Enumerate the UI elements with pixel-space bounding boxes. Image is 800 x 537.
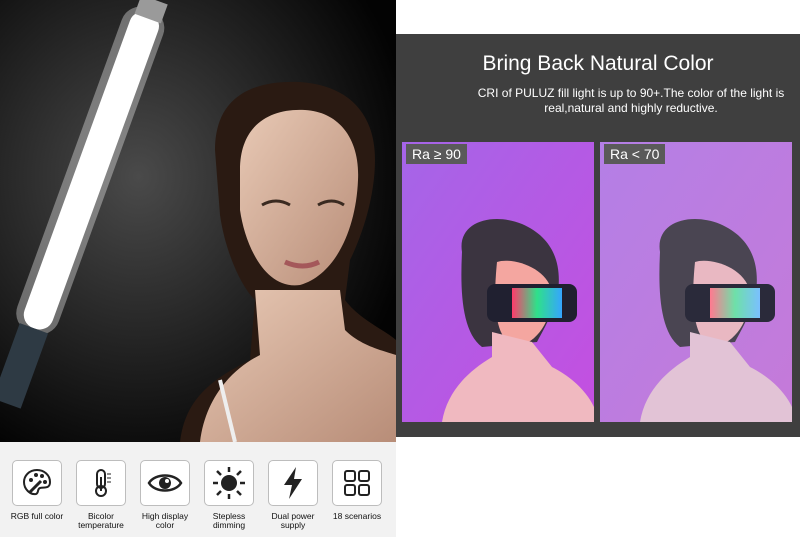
feature-label: 18 scenarios	[332, 511, 382, 521]
cri-badge: Ra < 70	[604, 144, 666, 164]
feature-label: Stepless dimming	[212, 511, 246, 530]
feature-rgb: RGB full color	[6, 460, 68, 521]
product-photo	[0, 0, 396, 442]
feature-strip: RGB full color Bicolor temperature High …	[0, 442, 396, 537]
comparison-headline: Bring Back Natural Color	[482, 52, 714, 75]
lightning-icon	[268, 460, 318, 506]
feature-scenarios: 18 scenarios	[326, 460, 388, 521]
feature-dimming: Stepless dimming	[198, 460, 260, 530]
grid-icon	[332, 460, 382, 506]
portrait-illustration	[402, 142, 594, 422]
feature-bicolor: Bicolor temperature	[70, 460, 132, 530]
portrait-illustration	[600, 142, 792, 422]
feature-label: High display color	[141, 511, 189, 530]
cri-badge: Ra ≥ 90	[406, 144, 467, 164]
palette-icon	[12, 460, 62, 506]
comparison-panel: Bring Back Natural Color CRI of PULUZ fi…	[396, 34, 800, 437]
feature-high-display: High display color	[134, 460, 196, 530]
feature-label: RGB full color	[10, 511, 64, 521]
comparison-card-high-cri: Ra ≥ 90	[402, 142, 594, 422]
sun-icon	[204, 460, 254, 506]
feature-label: Dual power supply	[271, 511, 315, 530]
thermometer-icon	[76, 460, 126, 506]
eye-icon	[140, 460, 190, 506]
comparison-card-low-cri: Ra < 70	[600, 142, 792, 422]
light-tube-illustration	[0, 0, 396, 442]
feature-power: Dual power supply	[262, 460, 324, 530]
feature-label: Bicolor temperature	[78, 511, 124, 530]
comparison-subtext: CRI of PULUZ fill light is up to 90+.The…	[477, 86, 785, 115]
